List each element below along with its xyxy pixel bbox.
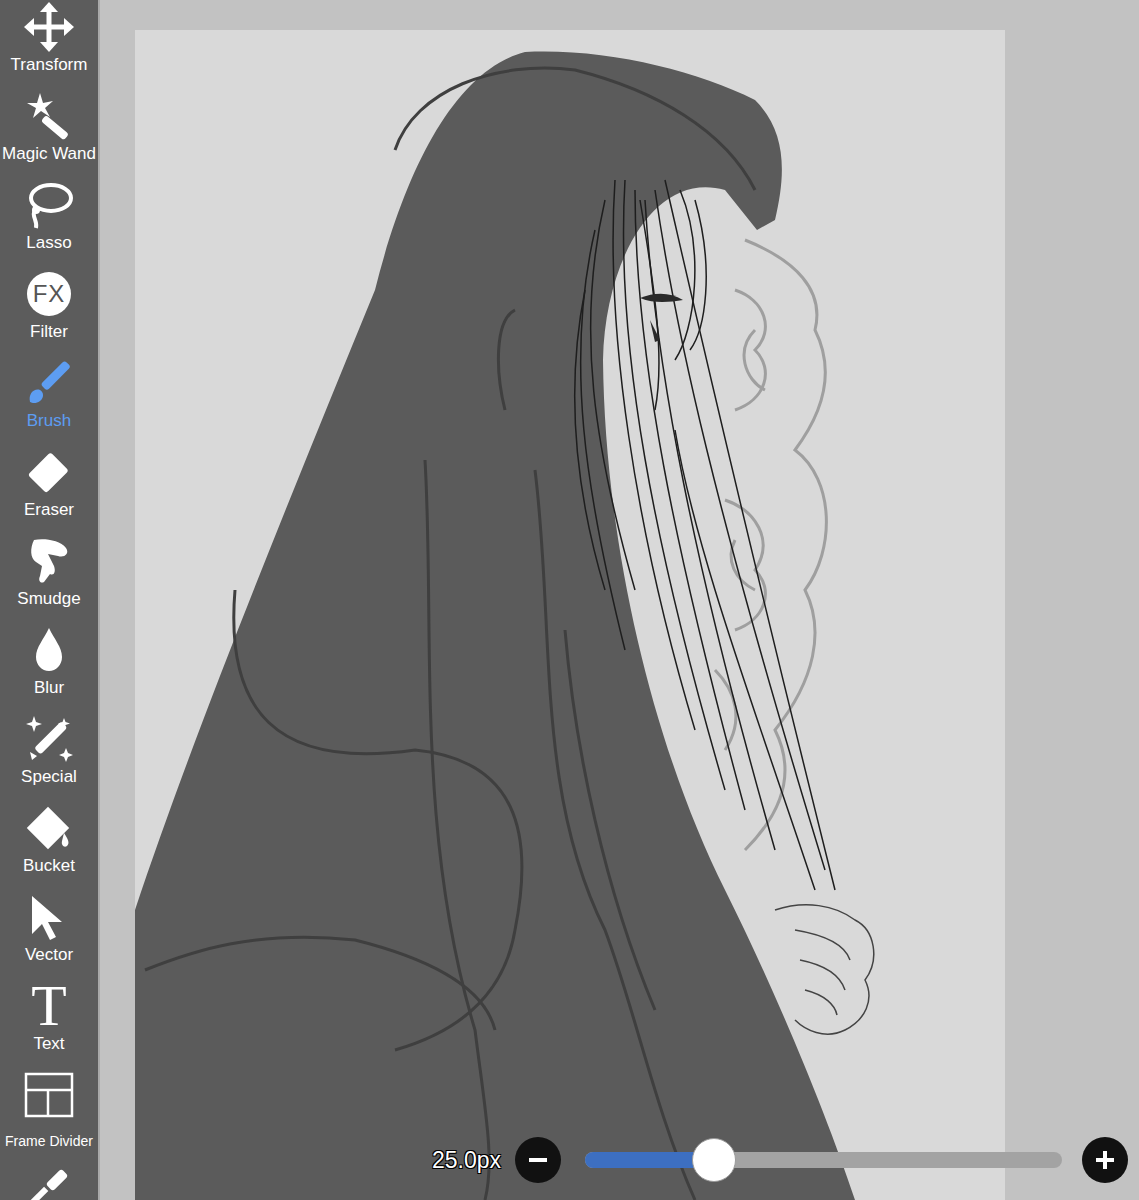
tool-icon-box: FX xyxy=(24,269,74,319)
eraser-icon xyxy=(24,447,74,497)
tool-button[interactable]: Vector xyxy=(0,890,98,979)
blur-icon xyxy=(24,625,74,675)
smudge-icon xyxy=(24,536,74,586)
brush-size-reading: 25.0px xyxy=(430,1147,503,1174)
canvas[interactable] xyxy=(135,30,1005,1200)
tool-label: Vector xyxy=(25,945,73,965)
tool-bar: Transform Magic Wand Lasso FX Filter Brush Era… xyxy=(0,0,100,1200)
tool-icon-box xyxy=(24,892,74,942)
text-icon: T xyxy=(31,981,66,1031)
artwork[interactable] xyxy=(135,30,1005,1200)
filter-icon: FX xyxy=(27,272,71,316)
fold-lines xyxy=(145,68,755,1200)
brush-size-bar: 25.0px xyxy=(430,1137,1128,1183)
hair-strands xyxy=(575,180,835,890)
tool-icon-box xyxy=(24,803,74,853)
tool-icon-box xyxy=(24,180,74,230)
tool-button[interactable]: Magic Wand xyxy=(0,89,98,178)
tool-button[interactable]: Smudge xyxy=(0,534,98,623)
paint-app: Transform Magic Wand Lasso FX Filter Brush Era… xyxy=(0,0,1139,1200)
tool-button[interactable]: Blur xyxy=(0,623,98,712)
workspace: 25.0px xyxy=(100,0,1139,1200)
tool-button[interactable]: Frame Divider xyxy=(0,1068,98,1157)
tool-label: Lasso xyxy=(26,233,71,253)
special-icon xyxy=(24,714,74,764)
tool-label: Transform xyxy=(11,55,88,75)
plus-icon xyxy=(1094,1149,1116,1171)
tool-button[interactable]: Transform xyxy=(0,0,98,89)
tool-button[interactable]: Brush xyxy=(0,356,98,445)
magic-wand-icon xyxy=(24,91,74,141)
minus-icon xyxy=(527,1149,549,1171)
tool-label: Text xyxy=(33,1034,64,1054)
transform-icon xyxy=(24,2,74,52)
tool-label: Smudge xyxy=(17,589,80,609)
tool-button[interactable]: Special xyxy=(0,712,98,801)
eyedropper-icon[interactable] xyxy=(24,1157,74,1200)
vector-icon xyxy=(24,892,74,942)
tool-label: Filter xyxy=(30,322,68,342)
tool-icon-box xyxy=(24,714,74,764)
tool-label: Bucket xyxy=(23,856,75,876)
tool-icon-box xyxy=(24,536,74,586)
tool-button[interactable]: Bucket xyxy=(0,801,98,890)
eyedropper-button[interactable] xyxy=(24,1157,74,1200)
slider-thumb[interactable] xyxy=(692,1138,736,1182)
tool-label: Blur xyxy=(34,678,64,698)
tool-button[interactable]: T Text xyxy=(0,979,98,1068)
brush-icon xyxy=(24,358,74,408)
tool-button[interactable]: Lasso xyxy=(0,178,98,267)
tool-button[interactable]: Eraser xyxy=(0,445,98,534)
tool-label: Frame Divider xyxy=(5,1131,93,1151)
frame-divider-icon xyxy=(24,1070,74,1120)
tool-icon-box xyxy=(24,358,74,408)
bucket-icon xyxy=(24,803,74,853)
tool-label: Brush xyxy=(27,411,71,431)
tool-icon-box xyxy=(24,91,74,141)
increase-size-button[interactable] xyxy=(1082,1137,1128,1183)
tool-button[interactable]: FX Filter xyxy=(0,267,98,356)
tool-icon-box xyxy=(24,1070,74,1120)
hood-shape xyxy=(135,52,855,1200)
tool-label: Magic Wand xyxy=(2,144,96,164)
tool-icon-box xyxy=(24,447,74,497)
lasso-icon xyxy=(24,180,74,230)
tool-icon-box xyxy=(24,2,74,52)
decrease-size-button[interactable] xyxy=(515,1137,561,1183)
tool-label: Eraser xyxy=(24,500,74,520)
tool-label: Special xyxy=(21,767,77,787)
tool-icon-box xyxy=(24,625,74,675)
face-features xyxy=(640,294,683,342)
brush-size-slider[interactable] xyxy=(585,1152,1062,1168)
tool-icon-box: T xyxy=(24,981,74,1031)
hands-outline xyxy=(775,905,874,1034)
